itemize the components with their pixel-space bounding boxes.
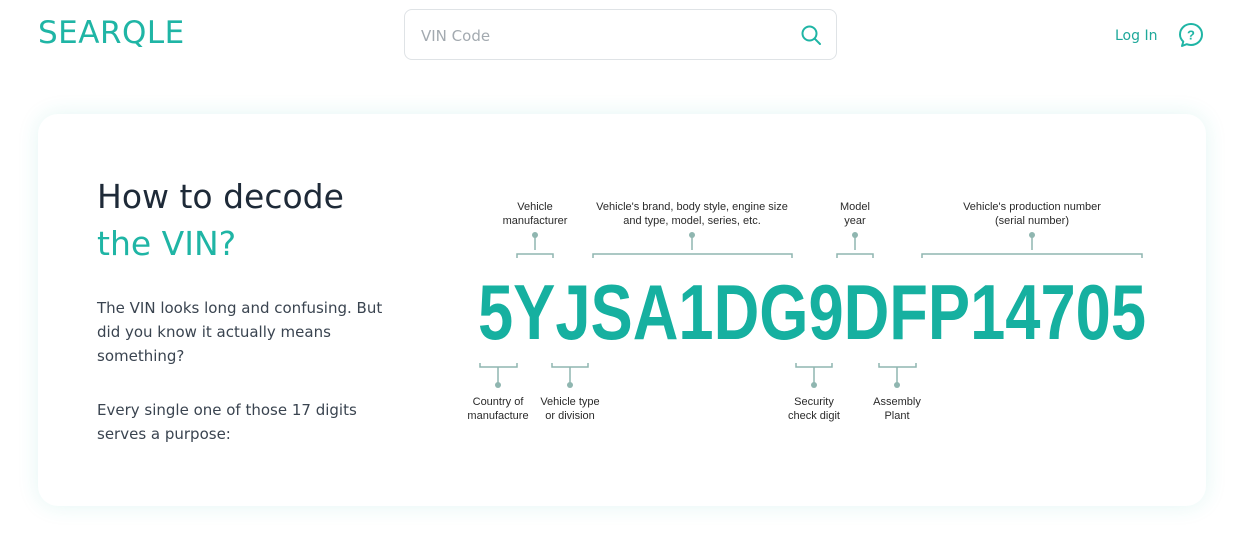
- logo[interactable]: SEARQLE: [38, 15, 185, 51]
- svg-text:manufacturer: manufacturer: [503, 215, 568, 227]
- svg-text:Vehicle type: Vehicle type: [540, 396, 599, 408]
- svg-text:Vehicle: Vehicle: [517, 201, 552, 213]
- svg-text:Plant: Plant: [884, 410, 909, 422]
- label-brand-body-style: Vehicle's brand, body style, engine size…: [596, 201, 788, 227]
- svg-text:year: year: [844, 215, 866, 227]
- svg-text:Country of: Country of: [473, 396, 525, 408]
- label-model-year: Model year: [840, 201, 870, 227]
- login-link[interactable]: Log In: [1115, 27, 1157, 45]
- svg-text:(serial number): (serial number): [995, 215, 1069, 227]
- svg-text:Model: Model: [840, 201, 870, 213]
- svg-text:Vehicle's brand, body style, e: Vehicle's brand, body style, engine size: [596, 201, 788, 213]
- help-icon[interactable]: ?: [1178, 22, 1204, 48]
- label-vehicle-type: Vehicle type or division: [540, 396, 599, 422]
- label-assembly-plant: Assembly Plant: [873, 396, 921, 422]
- svg-text:?: ?: [1187, 28, 1195, 43]
- intro-paragraph: The VIN looks long and confusing. But di…: [97, 299, 383, 365]
- label-security-check-digit: Security check digit: [788, 396, 840, 422]
- vin-search-input[interactable]: [419, 10, 793, 61]
- search-icon[interactable]: [800, 24, 822, 46]
- header: SEARQLE Log In ?: [0, 0, 1236, 80]
- search-box[interactable]: [404, 9, 837, 61]
- label-production-number: Vehicle's production number (serial numb…: [963, 201, 1101, 227]
- page-title: How to decode: [97, 177, 344, 216]
- bottom-brackets: [479, 363, 917, 388]
- svg-text:Security: Security: [794, 396, 834, 408]
- svg-text:Assembly: Assembly: [873, 396, 921, 408]
- top-brackets: [516, 232, 1143, 258]
- vin-diagram: Vehicle manufacturer Vehicle's brand, bo…: [467, 201, 1146, 422]
- svg-text:Vehicle's production number: Vehicle's production number: [963, 201, 1101, 213]
- svg-text:manufacture: manufacture: [467, 410, 528, 422]
- vin-number: 5YJSA1DG9DFP14705: [478, 268, 1146, 356]
- svg-text:and type, model, series, etc.: and type, model, series, etc.: [623, 215, 761, 227]
- purpose-paragraph: Every single one of those 17 digits serv…: [97, 401, 357, 443]
- label-country-of-manufacture: Country of manufacture: [467, 396, 528, 422]
- svg-text:or division: or division: [545, 410, 595, 422]
- label-vehicle-manufacturer: Vehicle manufacturer: [503, 201, 568, 227]
- svg-text:check digit: check digit: [788, 410, 840, 422]
- page-title-highlight: the VIN?: [97, 224, 237, 263]
